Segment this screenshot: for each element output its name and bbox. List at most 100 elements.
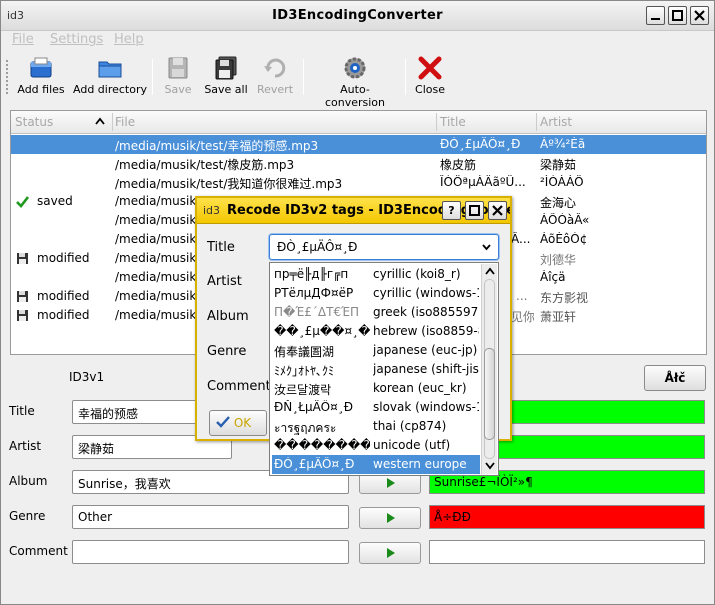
scroll-thumb[interactable] — [484, 348, 495, 440]
encoding-option[interactable]: Π�Έ£΄ΔΤ€ΈΠ greek (iso885597) — [272, 303, 480, 322]
revert-icon — [262, 56, 288, 80]
table-header: Status File Title Artist — [11, 111, 706, 134]
column-artist[interactable]: Artist — [540, 115, 572, 129]
encoding-option[interactable]: ��¸£µ��¤¸� hebrew (iso8859-8) — [272, 322, 480, 341]
option-sample: пр╤ё╟д╟г╔п — [274, 267, 349, 281]
toolbar-separator — [405, 59, 406, 95]
maximize-button[interactable] — [668, 6, 687, 25]
encoding-option[interactable]: пр╤ё╟д╟г╔п cyrillic (koi8_r) — [272, 265, 480, 284]
ok-label: OK — [233, 416, 252, 430]
floppy-disk-icon — [17, 310, 28, 321]
cell-file: /media/musik/ — [115, 308, 201, 322]
add-directory-button[interactable]: Add directory — [73, 56, 147, 96]
toolbar-grip[interactable] — [5, 59, 9, 95]
convert-genre-button[interactable] — [359, 507, 421, 529]
save-button[interactable]: Save — [161, 56, 195, 96]
maximize-icon — [469, 205, 480, 216]
option-sample: ��¸£µ��¤¸� — [274, 324, 370, 338]
encoding-option-selected[interactable]: ÐÒ¸£µÄÔ¤¸Ð western europe — [272, 455, 480, 474]
save-all-icon — [213, 56, 239, 80]
dialog-maximize-button[interactable] — [465, 201, 484, 220]
genre-label: Genre — [9, 509, 46, 523]
revert-button[interactable]: Revert — [255, 56, 295, 96]
option-charset: japanese (shift-jis) — [373, 362, 479, 376]
play-arrow-icon — [387, 478, 395, 488]
comment-result-field[interactable] — [429, 540, 705, 564]
dialog-help-button[interactable]: ? — [442, 201, 461, 220]
chevron-down-icon — [482, 244, 491, 251]
cell-file: /media/musik/ — [115, 213, 201, 227]
encoding-option[interactable]: ﾐﾒｸ｣ｵﾄﾔ､ｸﾐ japanese (shift-jis) — [272, 360, 480, 379]
menu-file[interactable]: File — [12, 32, 34, 47]
cell-artist: Àîçä — [540, 270, 566, 284]
encoding-option[interactable]: 汝르달渡락 korean (euc_kr) — [272, 379, 480, 398]
save-all-button[interactable]: Save all — [203, 56, 249, 96]
menu-help[interactable]: Help — [114, 32, 144, 47]
menu-settings[interactable]: Settings — [50, 32, 103, 47]
auto-encoding-button[interactable]: Åłč — [644, 365, 706, 391]
cell-title: ÎÒÖªµÀÄãºÜ... — [440, 175, 526, 189]
cell-artist: Áº¾²Èã — [540, 137, 586, 151]
maximize-icon — [672, 10, 683, 21]
close-label: Close — [415, 83, 445, 96]
cell-file: /media/musik/test/橡皮筋.mp3 — [115, 158, 295, 172]
column-title[interactable]: Title — [440, 115, 466, 129]
encoding-option[interactable]: ����������unicode (utf) — [272, 436, 480, 455]
encoding-dropdown-list[interactable]: пр╤ё╟д╟г╔п cyrillic (koi8_r) РТёлµДФ¤ёР cy… — [269, 262, 499, 476]
column-divider[interactable] — [112, 113, 113, 131]
scroll-down-icon[interactable] — [485, 462, 495, 470]
column-file[interactable]: File — [115, 115, 135, 129]
cell-artist: ²ÌÒÀÁÖ — [540, 175, 584, 189]
comment-field[interactable] — [72, 540, 349, 564]
minimize-button[interactable] — [646, 6, 665, 25]
encoding-option[interactable]: ĐŇ¸ŁµÄÔ¤¸Đ slovak (windows-1250) — [272, 398, 480, 417]
close-icon — [694, 10, 705, 21]
option-charset: greek (iso885597) — [373, 305, 479, 319]
close-window-button[interactable] — [690, 6, 709, 25]
scroll-up-icon[interactable] — [485, 267, 495, 275]
table-row[interactable]: /media/musik/test/我知道你很难过.mp3 ÎÒÖªµÀÄãºÜ… — [11, 173, 706, 192]
option-charset: korean (euc_kr) — [373, 381, 467, 395]
dropdown-scrollbar[interactable] — [481, 264, 497, 474]
floppy-disk-icon — [17, 291, 28, 302]
genre-result-field[interactable]: Å÷ÐÐ — [429, 505, 705, 529]
genre-field[interactable]: Other — [72, 505, 349, 529]
add-files-button[interactable]: Add files — [17, 56, 65, 96]
option-sample: 汝르달渡락 — [274, 383, 332, 397]
main-window: id3 ID3EncodingConverter File Settings H… — [0, 0, 715, 605]
add-directory-label: Add directory — [73, 83, 148, 96]
cell-artist: 梁静茹 — [540, 158, 577, 172]
encoding-option[interactable]: ะารฐฤภคระ thai (cp874) — [272, 417, 480, 436]
sort-ascending-icon — [95, 117, 105, 125]
option-charset: japanese (euc-jp) — [373, 343, 478, 357]
artist-label: Artist — [9, 439, 42, 453]
cell-file: /media/musik/ — [115, 251, 201, 265]
table-row[interactable]: /media/musik/test/橡皮筋.mp3 橡皮筋 梁静茹 — [11, 154, 706, 173]
column-divider[interactable] — [536, 113, 537, 131]
convert-comment-button[interactable] — [359, 542, 421, 564]
encoding-combobox[interactable]: ÐÒ¸£µÄÔ¤¸Ð — [269, 234, 499, 260]
column-divider[interactable] — [436, 113, 437, 131]
dialog-title-label: Title — [207, 240, 235, 255]
table-row[interactable]: /media/musik/test/幸福的预感.mp3 ÐÒ¸£µÄÔ¤¸Ð Á… — [11, 135, 706, 154]
option-sample: ĐŇ¸ŁµÄÔ¤¸Đ — [274, 400, 354, 414]
option-charset: western europe — [373, 457, 467, 471]
dialog-album-label: Album — [207, 309, 249, 324]
cell-title: 见你 — [511, 310, 534, 324]
option-charset: cyrillic (windows-1251) — [373, 286, 479, 300]
cell-file: /media/musik/ — [115, 232, 201, 246]
encoding-option[interactable]: 侑奉議圄湖 japanese (euc-jp) — [272, 341, 480, 360]
add-files-label: Add files — [17, 83, 65, 96]
play-arrow-icon — [387, 548, 395, 558]
close-button[interactable]: Close — [413, 56, 447, 96]
dialog-app-icon: id3 — [203, 204, 221, 217]
option-sample: ﾐﾒｸ｣ｵﾄﾔ､ｸﾐ — [274, 364, 335, 378]
ok-button[interactable]: OK — [209, 410, 267, 436]
column-status[interactable]: Status — [15, 115, 53, 129]
folder-icon — [97, 56, 123, 80]
auto-conversion-button[interactable]: Auto-conversion — [312, 56, 398, 109]
encoding-option[interactable]: РТёлµДФ¤ёР cyrillic (windows-1251) — [272, 284, 480, 303]
cell-file: /media/musik/test/幸福的预感.mp3 — [115, 139, 319, 153]
minimize-icon — [651, 18, 660, 20]
dialog-close-button[interactable] — [488, 201, 507, 220]
